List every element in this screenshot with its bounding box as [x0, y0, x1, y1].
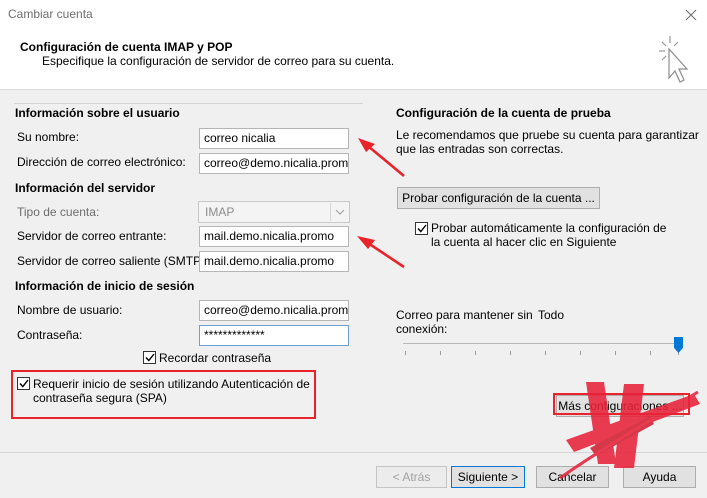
slider-tick: [545, 351, 546, 355]
password-label: Contraseña:: [17, 328, 83, 342]
name-input[interactable]: correo nicalia: [199, 128, 349, 149]
checkmark-icon: [144, 353, 155, 362]
header-title: Configuración de cuenta IMAP y POP: [20, 40, 233, 54]
remember-password-checkbox[interactable]: [143, 351, 156, 364]
red-arrow-annotation: [357, 236, 405, 269]
chevron-down-icon: [330, 203, 348, 221]
spa-label-line1: Requerir inicio de sesión utilizando Aut…: [33, 377, 310, 391]
username-input[interactable]: correo@demo.nicalia.promo: [199, 300, 349, 321]
help-button[interactable]: Ayuda: [623, 466, 696, 488]
spa-checkbox[interactable]: [17, 377, 30, 390]
header-subtitle: Especifique la configuración de servidor…: [42, 54, 395, 68]
test-account-button[interactable]: Probar configuración de la cuenta ...: [397, 187, 600, 209]
test-description-line1: Le recomendamos que pruebe su cuenta par…: [396, 128, 699, 142]
slider-tick: [650, 351, 651, 355]
close-icon: [685, 9, 697, 21]
auto-test-checkbox[interactable]: [415, 222, 428, 235]
password-input[interactable]: *************: [199, 325, 349, 346]
incoming-server-label: Servidor de correo entrante:: [17, 229, 167, 243]
close-button[interactable]: [676, 2, 706, 28]
auto-test-label-line2: la cuenta al hacer clic en Siguiente: [431, 235, 617, 249]
slider-tick: [440, 351, 441, 355]
offline-slider-track[interactable]: [403, 343, 683, 344]
remember-password-label: Recordar contraseña: [159, 351, 272, 365]
test-settings-title: Configuración de la cuenta de prueba: [396, 106, 611, 120]
spa-label-line2: contraseña segura (SPA): [33, 391, 167, 405]
footer-divider: [0, 452, 707, 453]
login-info-title: Información de inicio de sesión: [15, 279, 195, 293]
title-bar: Cambiar cuenta: [0, 0, 707, 30]
auto-test-label-line1: Probar automáticamente la configuración …: [431, 221, 667, 235]
offline-label-line2: conexión:: [396, 322, 448, 336]
account-type-select: IMAP: [198, 201, 350, 223]
test-description-line2: que las entradas son correctas.: [396, 142, 564, 156]
more-settings-highlight-box: [553, 393, 690, 415]
user-info-title: Información sobre el usuario: [15, 106, 180, 120]
email-label: Dirección de correo electrónico:: [17, 155, 186, 169]
account-type-value: IMAP: [205, 205, 235, 219]
window-title: Cambiar cuenta: [8, 7, 93, 21]
next-button[interactable]: Siguiente >: [451, 466, 525, 488]
section-divider: [14, 103, 363, 104]
slider-tick: [580, 351, 581, 355]
dialog-header: Configuración de cuenta IMAP y POP Espec…: [0, 30, 707, 90]
username-label: Nombre de usuario:: [17, 303, 123, 317]
account-type-label: Tipo de cuenta:: [17, 205, 100, 219]
cancel-button[interactable]: Cancelar: [536, 466, 609, 488]
checkmark-icon: [18, 379, 29, 388]
outgoing-server-input[interactable]: mail.demo.nicalia.promo: [199, 251, 349, 272]
slider-tick: [510, 351, 511, 355]
offline-slider-thumb[interactable]: [674, 337, 683, 353]
offline-label-line1: Correo para mantener sin: [396, 308, 533, 322]
slider-tick: [405, 351, 406, 355]
email-input[interactable]: correo@demo.nicalia.promo: [199, 153, 349, 174]
slider-tick: [615, 351, 616, 355]
name-label: Su nombre:: [17, 130, 80, 144]
back-button[interactable]: < Atrás: [376, 466, 447, 488]
outgoing-server-label: Servidor de correo saliente (SMTP):: [17, 254, 209, 268]
incoming-server-input[interactable]: mail.demo.nicalia.promo: [199, 226, 349, 247]
cursor-sparkle-icon: [659, 36, 689, 83]
server-info-title: Información del servidor: [15, 181, 156, 195]
slider-tick: [475, 351, 476, 355]
checkmark-icon: [416, 224, 427, 233]
offline-value: Todo: [538, 308, 565, 322]
